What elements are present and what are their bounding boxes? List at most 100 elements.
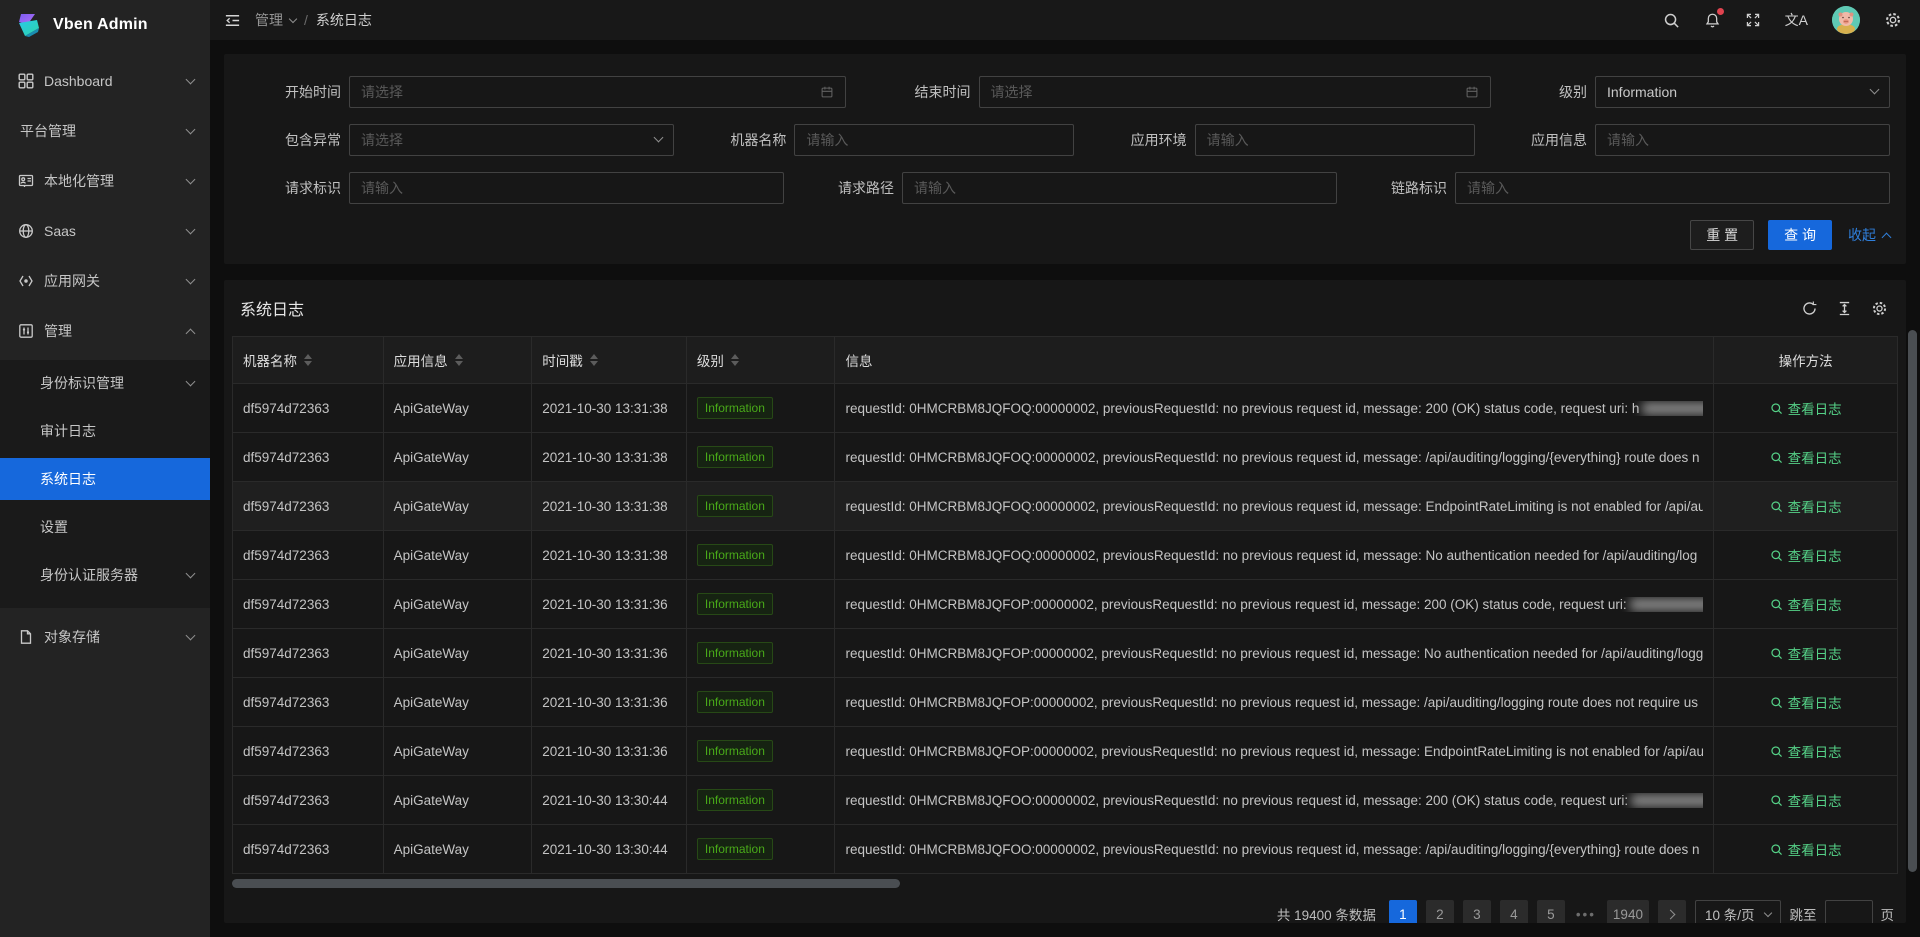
sidebar-item-settings[interactable]: 设置 xyxy=(0,506,210,548)
table-header-bar: 系统日志 xyxy=(232,288,1898,336)
column-header-level[interactable]: 级别 xyxy=(686,337,835,384)
logo-icon xyxy=(14,10,44,40)
reset-button[interactable]: 重 置 xyxy=(1690,220,1754,250)
search-button[interactable]: 查 询 xyxy=(1768,220,1832,250)
notification-bell-icon[interactable] xyxy=(1704,12,1721,29)
end-time-datepicker[interactable]: 请选择 xyxy=(979,76,1491,108)
content: 开始时间 请选择 结束时间 请选 xyxy=(210,40,1920,937)
sort-icon[interactable] xyxy=(731,354,739,366)
cell-actions: 查看日志 xyxy=(1714,776,1898,825)
sidebar-item-saas[interactable]: Saas xyxy=(0,210,210,252)
collapse-link[interactable]: 收起 xyxy=(1848,225,1890,245)
cell-timestamp: 2021-10-30 13:30:44 xyxy=(532,776,687,825)
filter-panel: 开始时间 请选择 结束时间 请选 xyxy=(224,54,1906,264)
sidebar-item-management[interactable]: 管理 xyxy=(0,310,210,352)
row-height-icon[interactable] xyxy=(1836,300,1853,317)
page-button-3[interactable]: 3 xyxy=(1463,900,1491,923)
sidebar-item-object-storage[interactable]: 对象存储 xyxy=(0,616,210,658)
jump-page-input[interactable] xyxy=(1825,900,1873,923)
chevron-down-icon xyxy=(186,75,196,85)
user-avatar[interactable] xyxy=(1832,6,1860,34)
pagination-ellipsis[interactable]: ••• xyxy=(1574,907,1598,922)
sort-icon[interactable] xyxy=(455,354,463,366)
log-table-panel: 系统日志 xyxy=(224,280,1906,923)
vertical-scrollbar-thumb[interactable] xyxy=(1908,330,1917,872)
page-button-4[interactable]: 4 xyxy=(1500,900,1528,923)
sort-icon[interactable] xyxy=(304,354,312,366)
column-settings-gear-icon[interactable] xyxy=(1871,300,1888,317)
sidebar-item-audit-logs[interactable]: 审计日志 xyxy=(0,410,210,452)
field-label: 请求标识 xyxy=(279,178,341,198)
view-log-link[interactable]: 查看日志 xyxy=(1770,496,1842,516)
table-toolbar xyxy=(1801,300,1888,317)
page-size-select[interactable]: 10 条/页 xyxy=(1695,900,1781,923)
field-label: 结束时间 xyxy=(909,82,971,102)
view-log-link[interactable]: 查看日志 xyxy=(1770,692,1842,712)
page-button-1[interactable]: 1 xyxy=(1389,900,1417,923)
search-icon[interactable] xyxy=(1663,12,1680,29)
page-button-last[interactable]: 1940 xyxy=(1607,900,1649,923)
view-log-link[interactable]: 查看日志 xyxy=(1770,741,1842,761)
level-select[interactable]: Information xyxy=(1595,76,1890,108)
chevron-down-icon xyxy=(1863,91,1878,93)
field-request-id: 请求标识 xyxy=(248,172,784,204)
chevron-down-icon xyxy=(647,139,662,141)
sidebar-item-gateway[interactable]: 应用网关 xyxy=(0,260,210,302)
level-badge: Information xyxy=(697,593,773,615)
trace-id-input[interactable] xyxy=(1455,172,1890,204)
app-env-input[interactable] xyxy=(1195,124,1475,156)
sidebar-item-system-logs[interactable]: 系统日志 xyxy=(0,458,210,500)
sidebar-item-localization[interactable]: 本地化管理 xyxy=(0,160,210,202)
field-include-exception: 包含异常 请选择 xyxy=(248,124,674,156)
refresh-icon[interactable] xyxy=(1801,300,1818,317)
cell-machine: df5974d72363 xyxy=(233,776,384,825)
app-info-input[interactable] xyxy=(1595,124,1890,156)
chevron-down-icon xyxy=(289,15,297,23)
request-path-input[interactable] xyxy=(902,172,1337,204)
start-time-datepicker[interactable]: 请选择 xyxy=(349,76,846,108)
select-value: Information xyxy=(1607,84,1677,100)
dashboard-grid-icon xyxy=(18,73,35,90)
pagination: 共 19400 条数据 1 2 3 4 5 ••• 1940 10 条/页 跳至 xyxy=(232,888,1898,923)
view-log-link[interactable]: 查看日志 xyxy=(1770,594,1842,614)
page-button-5[interactable]: 5 xyxy=(1537,900,1565,923)
view-log-link[interactable]: 查看日志 xyxy=(1770,545,1842,565)
sort-icon[interactable] xyxy=(590,354,598,366)
next-page-button[interactable] xyxy=(1658,900,1686,923)
sidebar-menu: Dashboard 平台管理 本地化管理 xyxy=(0,50,210,937)
jump-prefix-label: 跳至 xyxy=(1790,904,1817,923)
sidebar-item-identity-management[interactable]: 身份标识管理 xyxy=(0,362,210,404)
machine-name-input[interactable] xyxy=(794,124,1074,156)
cell-message: requestId: 0HMCRBM8JQFOQ:00000002, previ… xyxy=(835,433,1714,482)
app-logo[interactable]: Vben Admin xyxy=(0,0,210,50)
fullscreen-icon[interactable] xyxy=(1745,12,1761,28)
column-header-timestamp[interactable]: 时间戳 xyxy=(532,337,687,384)
horizontal-scrollbar-thumb[interactable] xyxy=(232,879,900,888)
view-log-link[interactable]: 查看日志 xyxy=(1770,398,1842,418)
view-log-link[interactable]: 查看日志 xyxy=(1770,839,1842,859)
include-exception-select[interactable]: 请选择 xyxy=(349,124,674,156)
view-log-link[interactable]: 查看日志 xyxy=(1770,447,1842,467)
view-log-link[interactable]: 查看日志 xyxy=(1770,790,1842,810)
request-id-input[interactable] xyxy=(349,172,784,204)
chevron-down-icon xyxy=(186,175,196,185)
cell-timestamp: 2021-10-30 13:31:36 xyxy=(532,727,687,776)
topbar-actions: 文A xyxy=(1663,6,1902,34)
column-header-machine[interactable]: 机器名称 xyxy=(233,337,384,384)
cell-level: Information xyxy=(686,531,835,580)
translate-icon[interactable]: 文A xyxy=(1785,10,1808,30)
page-button-2[interactable]: 2 xyxy=(1426,900,1454,923)
breadcrumb-root[interactable]: 管理 xyxy=(255,10,296,30)
table-title: 系统日志 xyxy=(240,296,304,320)
field-label: 应用信息 xyxy=(1525,130,1587,150)
menu-fold-icon[interactable] xyxy=(224,12,241,29)
sidebar-item-dashboard[interactable]: Dashboard xyxy=(0,60,210,102)
placeholder-text: 请选择 xyxy=(991,82,1033,102)
sidebar-item-identity-server[interactable]: 身份认证服务器 xyxy=(0,554,210,596)
view-log-link[interactable]: 查看日志 xyxy=(1770,643,1842,663)
logo-title: Vben Admin xyxy=(53,16,148,34)
field-label: 应用环境 xyxy=(1125,130,1187,150)
settings-gear-icon[interactable] xyxy=(1884,11,1902,29)
sidebar-item-platform[interactable]: 平台管理 xyxy=(0,110,210,152)
column-header-app[interactable]: 应用信息 xyxy=(383,337,532,384)
